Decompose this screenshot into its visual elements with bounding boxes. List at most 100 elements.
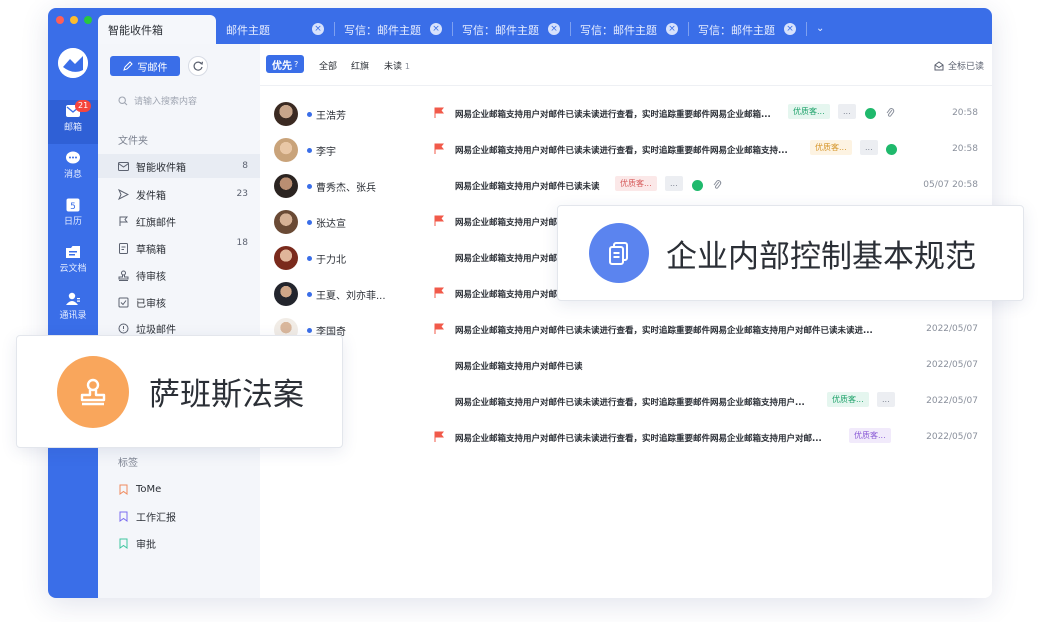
mail-row[interactable]: 王浩芳 网易企业邮箱支持用户对邮件已读未读进行查看，实时追踪重要邮件网易企业邮箱…: [260, 96, 992, 132]
minimize-window-button[interactable]: [70, 16, 78, 24]
filter-priority[interactable]: 优先 ?: [266, 55, 305, 73]
tag-approval[interactable]: 审批: [98, 531, 260, 555]
filter-priority-label: 优先: [272, 60, 292, 72]
mail-time: 20:58: [952, 108, 978, 118]
rail-label: 通讯录: [59, 311, 87, 321]
attachment-icon: [886, 108, 895, 117]
mail-row[interactable]: 网易企业邮箱支持用户对邮件已读 2022/05/07: [260, 348, 992, 384]
mail-time: 05/07 20:58: [923, 180, 978, 190]
mail-row[interactable]: 李国奇 网易企业邮箱支持用户对邮件已读未读进行查看，实时追踪重要邮件网易企业邮箱…: [260, 312, 992, 348]
unread-dot: [307, 184, 312, 189]
folder-count: 23: [236, 189, 248, 199]
tab-compose-3[interactable]: 写信：邮件主题 ×: [570, 15, 688, 44]
unread-count: 1: [404, 62, 410, 71]
folder-reviewed[interactable]: 已审核: [98, 290, 260, 314]
folder-smart-inbox[interactable]: 智能收件箱 8: [98, 154, 260, 178]
mail-tag[interactable]: 优质客...: [827, 392, 869, 407]
more-tags[interactable]: ...: [860, 140, 878, 155]
mail-row[interactable]: 李宇 网易企业邮箱支持用户对邮件已读未读进行查看，实时追踪重要邮件网易企业邮箱支…: [260, 132, 992, 168]
mail-tag[interactable]: 优质客...: [810, 140, 852, 155]
tab-close-icon[interactable]: ×: [666, 23, 678, 35]
filter-bar: 优先 ? 全部 红旗 未读 1 全标已读: [260, 44, 992, 86]
tab-overflow-chevron-icon[interactable]: ⌄: [816, 23, 824, 34]
refresh-button[interactable]: [188, 56, 208, 76]
tab-label: 写信：邮件主题: [698, 23, 775, 37]
mail-tag[interactable]: 优质客...: [788, 104, 830, 119]
mark-all-read-label: 全标已读: [947, 62, 984, 72]
tag-label: 工作汇报: [136, 512, 176, 524]
mail-tag[interactable]: 优质客...: [849, 428, 891, 443]
tab-compose-1[interactable]: 写信：邮件主题 ×: [334, 15, 452, 44]
tab-close-icon[interactable]: ×: [312, 23, 324, 35]
tab-compose-4[interactable]: 写信：邮件主题 ×: [688, 15, 806, 44]
rail-item-contacts[interactable]: 通讯录: [48, 288, 98, 332]
red-flag-icon[interactable]: [434, 107, 444, 118]
mail-subject: 网易企业邮箱支持用户对邮: [455, 218, 558, 228]
compose-button[interactable]: 写邮件: [110, 56, 180, 76]
maximize-window-button[interactable]: [84, 16, 92, 24]
tab-label: 写信：邮件主题: [462, 23, 539, 37]
more-tags[interactable]: ...: [877, 392, 895, 407]
folder-label: 垃圾邮件: [136, 324, 176, 336]
card-icon-badge: [589, 223, 649, 283]
tab-mail-subject[interactable]: 邮件主题 ×: [216, 15, 334, 44]
tab-close-icon[interactable]: ×: [548, 23, 560, 35]
mail-row[interactable]: 曹秀杰、张兵 网易企业邮箱支持用户对邮件已读未读 优质客... ... 05/0…: [260, 168, 992, 204]
filter-unread[interactable]: 未读 1: [384, 59, 410, 72]
rail-label: 邮箱: [63, 123, 82, 133]
folder-flagged[interactable]: 红旗邮件: [98, 209, 260, 233]
mail-sender: 于力北: [316, 255, 346, 266]
unread-dot: [307, 148, 312, 153]
tab-compose-2[interactable]: 写信：邮件主题 ×: [452, 15, 570, 44]
avatar: [274, 138, 298, 162]
rail-item-mail[interactable]: 21 邮箱: [48, 100, 98, 144]
rail-item-calendar[interactable]: 5 日历: [48, 194, 98, 238]
app-logo: [58, 48, 88, 78]
rail-item-cloud-docs[interactable]: 云文档: [48, 241, 98, 285]
mail-row[interactable]: 网易企业邮箱支持用户对邮件已读未读进行查看，实时追踪重要邮件网易企业邮箱支持用户…: [260, 384, 992, 420]
tag-label: 审批: [136, 539, 156, 551]
filter-flagged[interactable]: 红旗: [351, 59, 369, 72]
folder-outbox[interactable]: 发件箱 23: [98, 182, 260, 206]
tab-close-icon[interactable]: ×: [784, 23, 796, 35]
help-icon[interactable]: ?: [294, 60, 298, 69]
red-flag-icon[interactable]: [434, 215, 444, 226]
close-window-button[interactable]: [56, 16, 64, 24]
spam-icon: [118, 323, 129, 333]
mark-all-read-button[interactable]: 全标已读: [934, 59, 984, 72]
more-tags[interactable]: ...: [665, 176, 683, 191]
mail-subject: 网易企业邮箱支持用户对邮: [455, 254, 558, 264]
folders-heading: 文件夹: [118, 136, 148, 147]
mail-subject: 网易企业邮箱支持用户对邮件已读: [455, 362, 583, 372]
rail-item-messages[interactable]: 消息: [48, 147, 98, 191]
red-flag-icon[interactable]: [434, 287, 444, 298]
red-flag-icon[interactable]: [434, 143, 444, 154]
unread-dot: [307, 256, 312, 261]
red-flag-icon[interactable]: [434, 323, 444, 334]
wechat-icon: [865, 108, 876, 119]
tab-smart-inbox[interactable]: 智能收件箱: [98, 15, 216, 44]
tags-heading: 标签: [118, 458, 138, 469]
red-flag-icon[interactable]: [434, 431, 444, 442]
mail-subject: 网易企业邮箱支持用户对邮件已读未读进行查看，实时追踪重要邮件网易企业邮箱支持用户…: [455, 398, 805, 408]
folder-drafts[interactable]: 草稿箱 18: [98, 236, 260, 260]
mail-search[interactable]: 请输入搜索内容: [118, 94, 197, 107]
filter-all[interactable]: 全部: [319, 59, 337, 72]
title-bar: 智能收件箱 邮件主题 × 写信：邮件主题 × 写信：邮件主题 × 写信：邮件主题…: [48, 8, 992, 44]
draft-icon: [119, 242, 128, 254]
folder-pending-review[interactable]: 待审核: [98, 263, 260, 287]
contacts-icon: [66, 292, 80, 305]
mail-subject: 网易企业邮箱支持用户对邮件已读未读进行查看，实时追踪重要邮件网易企业邮箱支持用户…: [455, 434, 822, 444]
mail-row[interactable]: 网易企业邮箱支持用户对邮件已读未读进行查看，实时追踪重要邮件网易企业邮箱支持用户…: [260, 420, 992, 456]
tag-tome[interactable]: ToMe: [98, 477, 260, 501]
feature-card-sox: 萨班斯法案: [16, 335, 343, 448]
mail-time: 2022/05/07: [926, 360, 978, 370]
mail-tag[interactable]: 优质客...: [615, 176, 657, 191]
more-tags[interactable]: ...: [838, 104, 856, 119]
tab-close-icon[interactable]: ×: [430, 23, 442, 35]
tag-icon: [119, 538, 128, 549]
avatar: [274, 210, 298, 234]
mail-time: 2022/05/07: [926, 324, 978, 334]
feature-card-internal-control: 企业内部控制基本规范: [557, 205, 1024, 301]
tag-work-report[interactable]: 工作汇报: [98, 504, 260, 528]
